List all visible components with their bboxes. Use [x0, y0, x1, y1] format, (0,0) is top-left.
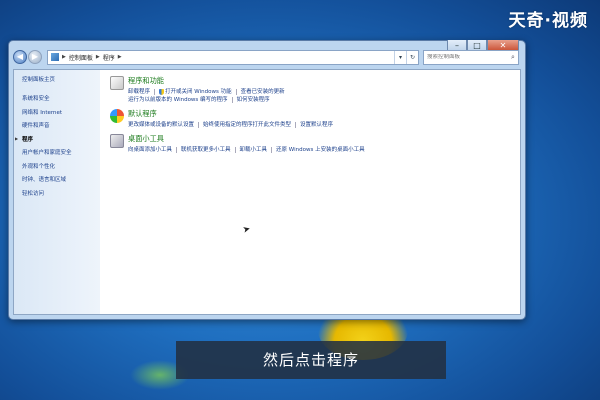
search-icon[interactable]: ⌕ — [511, 53, 515, 62]
add-gadgets-link[interactable]: 向桌面添加小工具 — [128, 146, 172, 154]
category-default-programs: 默认程序 更改媒体或设备的默认设置 始终使用指定的程序打开此文件类型 设置默认程… — [110, 109, 520, 129]
watermark-logo: 天奇·视频 — [508, 11, 588, 31]
sidebar-item-hardware-sound[interactable]: 硬件和声音 — [22, 121, 100, 129]
address-bar[interactable]: ▶ 控制面板 ▶ 程序 ▶ ▾ ↻ — [47, 49, 419, 65]
breadcrumb-programs[interactable]: 程序 — [103, 53, 115, 62]
set-defaults-link[interactable]: 设置默认程序 — [300, 121, 333, 129]
link-separator — [295, 122, 297, 128]
breadcrumb-separator: ▶ — [95, 54, 100, 60]
category-programs-features: 程序和功能 卸载程序 打开或关闭 Windows 功能 查看已安装的更新 运行为… — [110, 76, 520, 104]
file-type-link[interactable]: 始终使用指定的程序打开此文件类型 — [203, 121, 291, 129]
category-links: 更改媒体或设备的默认设置 始终使用指定的程序打开此文件类型 设置默认程序 — [128, 121, 333, 129]
link-separator — [176, 147, 178, 153]
breadcrumb-separator: ▶ — [62, 54, 66, 60]
restore-gadgets-link[interactable]: 还原 Windows 上安装的桌面小工具 — [276, 146, 365, 154]
window-content: 控制面板主页 系统和安全 网络和 Internet 硬件和声音 程序 用户帐户和… — [13, 69, 521, 315]
search-input[interactable] — [427, 54, 511, 60]
breadcrumb-separator: ▶ — [117, 54, 122, 60]
desktop-gadgets-icon[interactable] — [110, 134, 124, 148]
back-button[interactable]: ◀ — [13, 50, 27, 64]
category-title[interactable]: 程序和功能 — [128, 76, 426, 86]
windows-features-link[interactable]: 打开或关闭 Windows 功能 — [165, 88, 232, 96]
video-caption: 然后点击程序 — [176, 341, 446, 379]
category-title[interactable]: 默认程序 — [128, 109, 333, 119]
sidebar: 控制面板主页 系统和安全 网络和 Internet 硬件和声音 程序 用户帐户和… — [14, 70, 100, 314]
category-links: 卸载程序 打开或关闭 Windows 功能 查看已安装的更新 运行为以前版本的 … — [128, 88, 426, 104]
sidebar-item-clock-region[interactable]: 时钟、语言和区域 — [22, 175, 100, 183]
link-separator — [198, 122, 200, 128]
sidebar-item-system-security[interactable]: 系统和安全 — [22, 94, 100, 102]
category-links: 向桌面添加小工具 联机获取更多小工具 卸载小工具 还原 Windows 上安装的… — [128, 146, 365, 154]
media-defaults-link[interactable]: 更改媒体或设备的默认设置 — [128, 121, 194, 129]
link-separator — [231, 97, 233, 103]
refresh-icon[interactable]: ↻ — [406, 50, 418, 64]
uac-shield-icon — [159, 89, 165, 95]
forward-button[interactable]: ▶ — [28, 50, 42, 64]
link-separator — [234, 147, 236, 153]
sidebar-item-network[interactable]: 网络和 Internet — [22, 108, 100, 116]
mouse-pointer-icon: ➤ — [241, 224, 252, 236]
control-panel-icon — [51, 53, 59, 61]
sidebar-item-user-accounts[interactable]: 用户帐户和家庭安全 — [22, 148, 100, 156]
main-panel: 程序和功能 卸载程序 打开或关闭 Windows 功能 查看已安装的更新 运行为… — [100, 70, 520, 314]
programs-features-icon[interactable] — [110, 76, 124, 90]
address-tail: ▾ ↻ — [394, 50, 418, 64]
chevron-down-icon[interactable]: ▾ — [394, 50, 406, 64]
control-panel-window: – □ ✕ ◀ ▶ ▶ 控制面板 ▶ 程序 ▶ ▾ ↻ ⌕ 控制面板主页 系统和… — [8, 40, 526, 320]
sidebar-item-ease-of-access[interactable]: 轻松访问 — [22, 189, 100, 197]
link-separator — [235, 89, 237, 95]
breadcrumb-control-panel[interactable]: 控制面板 — [69, 53, 93, 62]
search-box[interactable]: ⌕ — [423, 49, 519, 65]
category-desktop-gadgets: 桌面小工具 向桌面添加小工具 联机获取更多小工具 卸载小工具 还原 Window… — [110, 134, 520, 154]
get-more-gadgets-link[interactable]: 联机获取更多小工具 — [181, 146, 231, 154]
uninstall-gadget-link[interactable]: 卸载小工具 — [240, 146, 268, 154]
category-title[interactable]: 桌面小工具 — [128, 134, 365, 144]
link-separator — [271, 147, 273, 153]
link-separator — [154, 89, 156, 95]
sidebar-item-appearance[interactable]: 外观和个性化 — [22, 162, 100, 170]
how-to-install-link[interactable]: 如何安装程序 — [237, 96, 270, 104]
installed-updates-link[interactable]: 查看已安装的更新 — [241, 88, 285, 96]
default-programs-icon[interactable] — [110, 109, 124, 123]
navigation-bar: ◀ ▶ ▶ 控制面板 ▶ 程序 ▶ ▾ ↻ ⌕ — [13, 48, 521, 66]
compatibility-link[interactable]: 运行为以前版本的 Windows 编写的程序 — [128, 96, 228, 104]
sidebar-item-home[interactable]: 控制面板主页 — [22, 75, 100, 83]
sidebar-item-programs[interactable]: 程序 — [15, 135, 100, 143]
uninstall-program-link[interactable]: 卸载程序 — [128, 88, 150, 96]
